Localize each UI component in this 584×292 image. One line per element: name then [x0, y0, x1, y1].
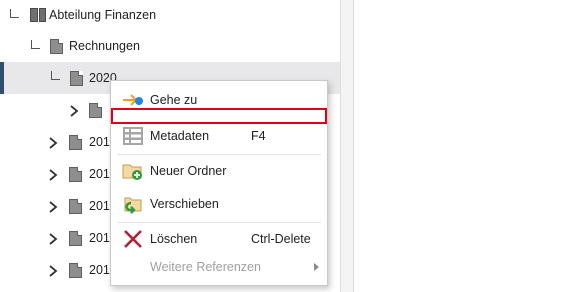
tree-item-label: Abteilung Finanzen [49, 8, 157, 22]
folder-icon [69, 199, 82, 214]
folder-icon [70, 71, 83, 86]
context-menu: Gehe zu Metadaten F4 Neuer Ordner Versch… [110, 80, 328, 286]
cabinet-icon [30, 8, 46, 22]
panel-divider [353, 0, 354, 292]
menu-item-loeschen[interactable]: Löschen Ctrl-Delete [111, 226, 327, 252]
menu-item-label: Verschieben [150, 197, 219, 211]
tree-item-label: 201 [89, 135, 110, 149]
highlighted-menu-item[interactable] [111, 108, 327, 124]
menu-item-label: Metadaten [150, 129, 210, 143]
tree-item-label: 201 [89, 263, 110, 277]
tree-connector [10, 9, 19, 18]
menu-item-metadaten[interactable]: Metadaten F4 [111, 123, 327, 149]
chevron-right-icon[interactable] [47, 136, 59, 150]
selection-indicator [0, 62, 4, 94]
tree-item-label: 201 [89, 199, 110, 213]
move-icon [124, 197, 142, 214]
go-to-icon [123, 94, 143, 106]
menu-item-neuer-ordner[interactable]: Neuer Ordner [111, 158, 327, 184]
menu-item-label: Gehe zu [150, 93, 198, 107]
submenu-arrow-icon [314, 263, 319, 271]
tree-connector [51, 71, 60, 80]
menu-item-weitere-referenzen[interactable]: Weitere Referenzen [111, 254, 327, 280]
metadata-icon [123, 127, 143, 145]
menu-separator [117, 154, 321, 155]
chevron-right-icon[interactable] [47, 168, 59, 182]
menu-separator [117, 222, 321, 223]
menu-item-label: Löschen [150, 232, 198, 246]
folder-icon [89, 103, 102, 118]
tree-item-label: Rechnungen [69, 39, 140, 53]
chevron-right-icon[interactable] [47, 232, 59, 246]
chevron-right-icon[interactable] [47, 264, 59, 278]
tree-connector [31, 40, 40, 49]
menu-item-shortcut: Ctrl-Delete [251, 232, 311, 246]
tree-item-abteilung-finanzen[interactable]: Abteilung Finanzen [0, 0, 340, 32]
folder-icon [69, 135, 82, 150]
folder-icon [69, 263, 82, 278]
new-folder-icon [122, 164, 142, 180]
folder-icon [69, 167, 82, 182]
chevron-right-icon[interactable] [47, 200, 59, 214]
menu-item-label: Neuer Ordner [150, 164, 227, 178]
folder-icon [69, 231, 82, 246]
tree-item-rechnungen[interactable]: Rechnungen [0, 31, 340, 63]
panel-splitter[interactable] [341, 0, 353, 292]
folder-icon [50, 39, 63, 54]
delete-icon [124, 230, 142, 248]
menu-item-verschieben[interactable]: Verschieben [111, 191, 327, 217]
chevron-right-icon[interactable] [68, 104, 80, 118]
menu-item-label: Weitere Referenzen [150, 260, 261, 274]
menu-item-shortcut: F4 [251, 129, 266, 143]
tree-item-label: 201 [89, 231, 110, 245]
tree-item-label: 201 [89, 167, 110, 181]
